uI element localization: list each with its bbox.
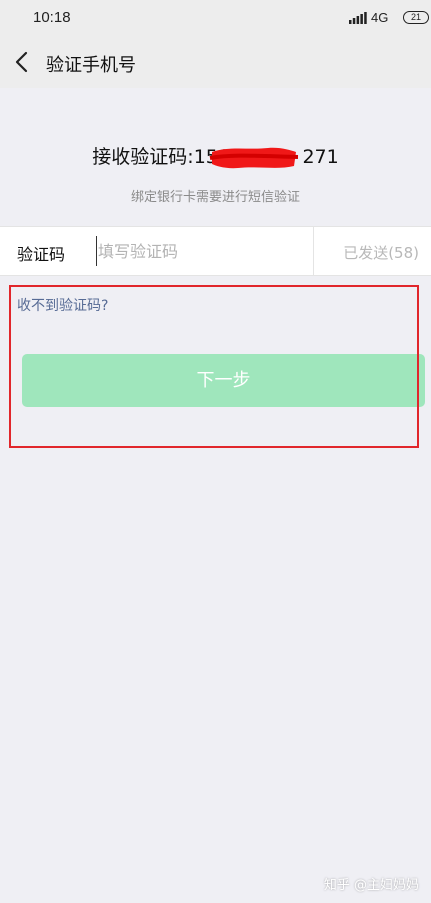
watermark: 知乎 @主妇妈妈 [323,878,419,893]
network-label: 4G [371,10,389,25]
phone-label: 接收验证码: [92,146,194,168]
battery-icon: 21 [403,11,429,24]
redaction-scribble [209,147,298,169]
next-button[interactable]: 下一步 [22,354,425,407]
resend-countdown: 已发送(58) [343,244,419,262]
phone-number-end: 271 [302,146,339,168]
back-arrow-icon[interactable] [12,50,34,74]
verification-code-input[interactable] [96,236,306,266]
code-input-row: 验证码 已发送(58) [0,226,431,276]
code-label: 验证码 [17,245,66,264]
phone-number: 158 271 [194,146,339,169]
status-bar: 10:18 4G 21 [0,0,431,36]
battery-level: 21 [410,12,421,22]
nav-bar: 验证手机号 [0,36,431,88]
page-title: 验证手机号 [46,55,136,76]
status-time: 10:18 [33,9,71,26]
phone-info: 接收验证码:158 271 [0,142,431,169]
no-code-link[interactable]: 收不到验证码? [17,295,108,315]
divider [313,227,314,275]
signal-icon [349,12,367,24]
verification-hint: 绑定银行卡需要进行短信验证 [130,190,300,205]
